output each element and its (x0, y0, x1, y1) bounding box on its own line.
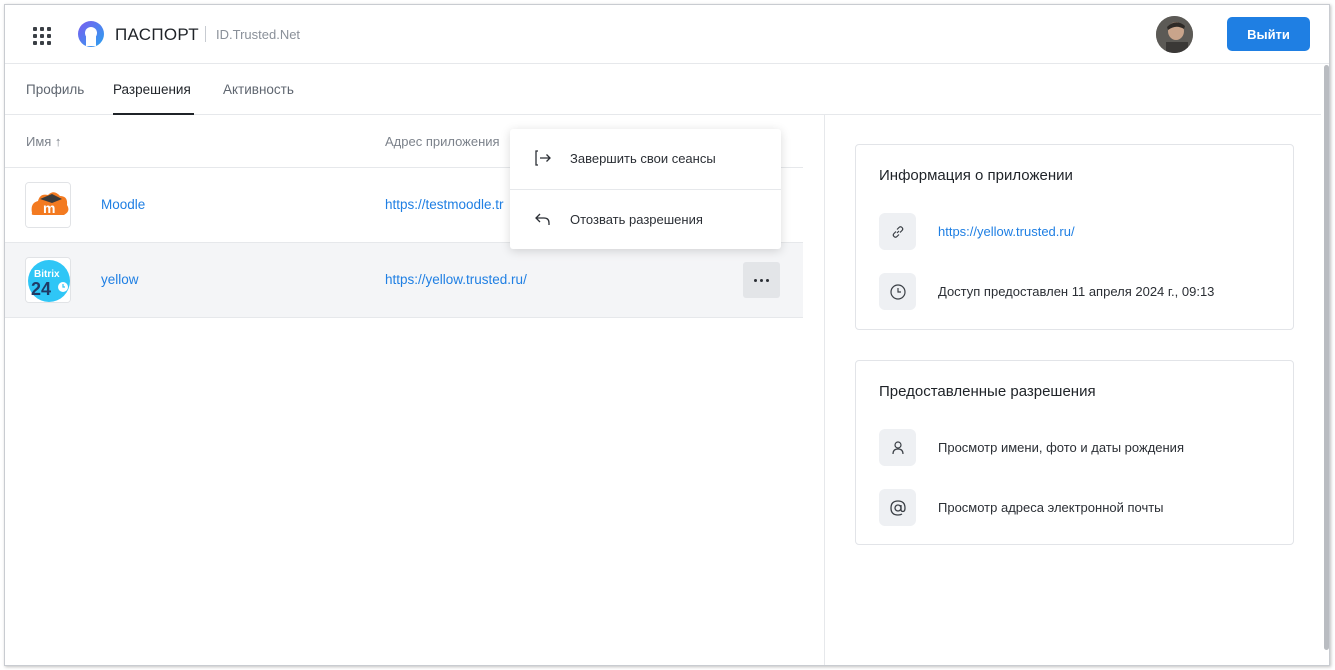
more-actions-button[interactable] (743, 262, 780, 298)
sign-out-icon (535, 150, 551, 166)
permissions-card: Предоставленные разрешения Просмотр имен… (855, 360, 1294, 545)
undo-arrow-icon (535, 213, 550, 225)
app-info-card: Информация о приложении https://yellow.t… (855, 144, 1294, 330)
brand-title: ПАСПОРТ (115, 25, 199, 44)
column-header-url[interactable]: Адрес приложения (385, 134, 500, 149)
tab-activity[interactable]: Активность (223, 82, 294, 97)
panel-divider (824, 115, 825, 665)
app-url-row: https://yellow.trusted.ru/ (879, 213, 1279, 251)
moodle-logo-icon: m (25, 182, 71, 228)
apps-grid-icon[interactable] (33, 27, 51, 45)
vertical-scrollbar[interactable] (1322, 65, 1329, 663)
brand-divider (205, 26, 206, 42)
scrollbar-thumb[interactable] (1324, 65, 1329, 650)
tab-permissions[interactable]: Разрешения (113, 82, 191, 97)
active-tab-indicator (113, 113, 194, 115)
permission-item: Просмотр имени, фото и даты рождения (879, 429, 1279, 467)
app-url-link[interactable]: https://yellow.trusted.ru/ (938, 224, 1075, 239)
clock-icon (879, 273, 916, 310)
user-icon (879, 429, 916, 466)
column-header-name[interactable]: Имя ↑ (26, 134, 61, 149)
card-title: Предоставленные разрешения (879, 383, 1096, 400)
at-sign-icon (879, 489, 916, 526)
user-avatar[interactable] (1156, 16, 1193, 53)
actions-dropdown-menu: Завершить свои сеансы Отозвать разрешени… (510, 129, 781, 249)
permission-label: Просмотр имени, фото и даты рождения (938, 440, 1184, 455)
table-row[interactable]: Bitrix 24 yellow https://yellow.trusted.… (5, 243, 803, 318)
permission-item: Просмотр адреса электронной почты (879, 489, 1279, 527)
card-title: Информация о приложении (879, 167, 1073, 184)
app-name-link[interactable]: yellow (101, 272, 139, 287)
bitrix24-logo-icon: Bitrix 24 (25, 257, 71, 303)
bitrix-logo-number: 24 (31, 279, 51, 299)
access-date-row: Доступ предоставлен 11 апреля 2024 г., 0… (879, 273, 1279, 311)
menu-item-label: Завершить свои сеансы (570, 151, 716, 166)
app-window: ПАСПОРТ ID.Trusted.Net Выйти Профиль Раз… (4, 4, 1330, 666)
menu-item-end-sessions[interactable]: Завершить свои сеансы (510, 129, 781, 189)
menu-item-revoke-permissions[interactable]: Отозвать разрешения (510, 190, 781, 250)
app-name-link[interactable]: Moodle (101, 197, 145, 212)
svg-text:m: m (43, 200, 55, 216)
tab-profile[interactable]: Профиль (26, 82, 84, 97)
passport-logo (78, 21, 104, 47)
top-header: ПАСПОРТ ID.Trusted.Net Выйти (5, 5, 1329, 64)
logout-button[interactable]: Выйти (1227, 17, 1310, 51)
app-url-link[interactable]: https://testmoodle.tr (385, 197, 504, 212)
access-granted-text: Доступ предоставлен 11 апреля 2024 г., 0… (938, 284, 1215, 299)
tabs-bar: Профиль Разрешения Активность (5, 65, 1321, 115)
permission-label: Просмотр адреса электронной почты (938, 500, 1164, 515)
brand-subtitle: ID.Trusted.Net (216, 27, 301, 42)
menu-item-label: Отозвать разрешения (570, 212, 703, 227)
app-url-link[interactable]: https://yellow.trusted.ru/ (385, 272, 527, 287)
link-icon (879, 213, 916, 250)
